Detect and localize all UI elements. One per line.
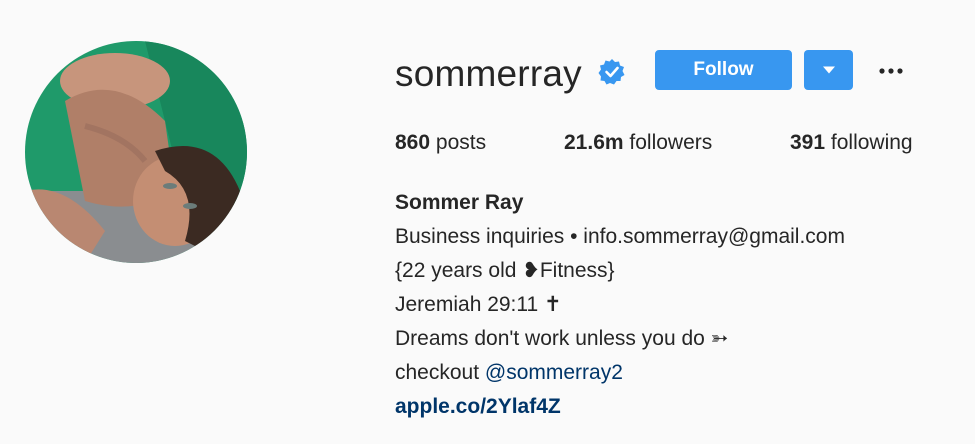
followers-stat[interactable]: 21.6m followers [564,129,712,157]
follow-button[interactable]: Follow [655,50,792,90]
posts-stat: 860 posts [395,129,486,157]
more-options-button[interactable] [876,56,906,86]
avatar-photo [25,41,247,263]
bio-line-business: Business inquiries • info.sommerray@gmai… [395,225,845,248]
profile-bio: Sommer Ray Business inquiries • info.som… [395,186,845,424]
ellipsis-icon [879,68,903,74]
full-name: Sommer Ray [395,191,524,214]
bio-line-age: {22 years old ❥Fitness} [395,259,615,282]
verified-badge-icon [598,58,626,86]
suggestions-dropdown-button[interactable] [804,50,853,90]
profile-header: sommerray Follow 860 posts 21.6m followe… [0,0,975,444]
username: sommerray [395,53,582,94]
following-count: 391 [790,131,826,154]
bio-line-dreams: Dreams don't work unless you do ➳ [395,327,729,350]
external-link[interactable]: apple.co/2Ylaf4Z [395,390,845,424]
caret-down-icon [822,66,835,74]
checkout-prefix: checkout [395,361,485,384]
followers-count: 21.6m [564,131,624,154]
following-label: following [830,131,913,154]
followers-label: followers [629,131,713,154]
mention-link[interactable]: @sommerray2 [485,361,623,384]
bio-line-verse: Jeremiah 29:11 ✝ [395,293,562,316]
following-stat[interactable]: 391 following [790,129,913,157]
bio-line-checkout: checkout @sommerray2 [395,356,845,390]
posts-count: 860 [395,131,431,154]
posts-label: posts [435,131,487,154]
profile-avatar[interactable] [25,41,247,263]
